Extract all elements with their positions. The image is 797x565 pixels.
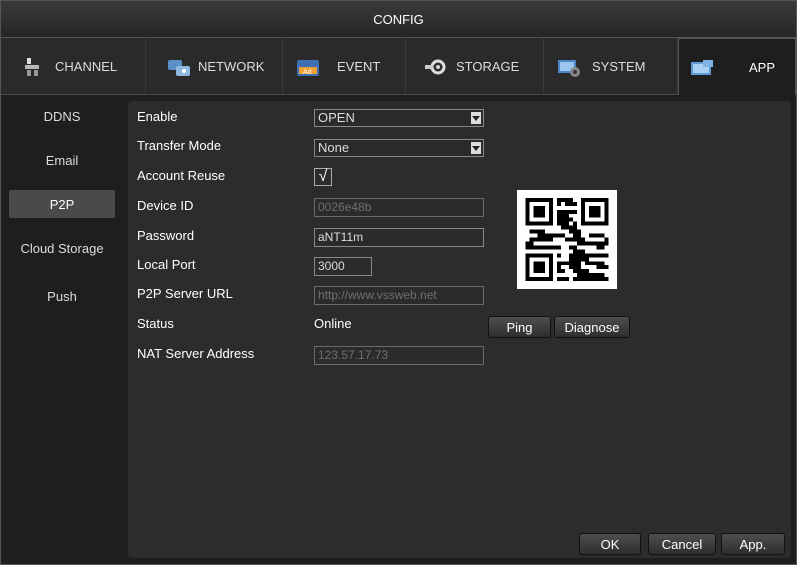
status-label: Status	[137, 316, 174, 331]
sidebar-item-p2p[interactable]: P2P	[9, 190, 115, 218]
svg-text:Ad: Ad	[303, 69, 312, 76]
diagnose-button[interactable]: Diagnose	[554, 316, 630, 338]
account-reuse-label: Account Reuse	[137, 168, 226, 183]
local-port-field[interactable]: 3000	[314, 257, 372, 276]
account-reuse-checkbox[interactable]: √	[314, 168, 332, 186]
device-id-field: 0026e48b	[314, 198, 484, 217]
window-title: CONFIG	[373, 11, 424, 27]
tab-app[interactable]: APP	[678, 38, 796, 95]
password-field[interactable]: aNT11m	[314, 228, 484, 247]
channel-icon	[23, 56, 47, 76]
qr-code-image	[517, 190, 617, 289]
cancel-button[interactable]: Cancel	[648, 533, 716, 555]
enable-select[interactable]: OPEN	[314, 109, 484, 127]
chevron-down-icon	[471, 112, 481, 124]
sidebar-item-email[interactable]: Email	[9, 146, 115, 174]
tab-app-label: APP	[749, 59, 776, 75]
event-icon: Ad	[295, 56, 319, 76]
password-label: Password	[137, 228, 195, 243]
local-port-label: Local Port	[137, 257, 196, 272]
device-id-label: Device ID	[137, 198, 194, 213]
enable-label: Enable	[137, 109, 178, 124]
system-icon	[556, 56, 580, 77]
p2p-server-url-label: P2P Server URL	[137, 286, 233, 301]
app-icon	[689, 57, 713, 77]
tab-storage-label: STORAGE	[456, 58, 520, 74]
storage-icon	[424, 56, 448, 76]
transfer-mode-value: None	[318, 140, 350, 155]
tab-channel-label: CHANNEL	[55, 58, 118, 74]
sidebar: DDNS Email P2P Cloud Storage Push	[1, 95, 121, 565]
status-value: Online	[314, 316, 352, 331]
config-window: CONFIG CHANNEL NETWORK Ad EVENT STORAGE	[0, 0, 797, 565]
network-icon	[166, 56, 190, 76]
tab-network[interactable]: NETWORK	[146, 38, 283, 94]
sidebar-item-cloud-storage[interactable]: Cloud Storage	[9, 234, 115, 262]
ok-button[interactable]: OK	[579, 533, 641, 555]
transfer-mode-select[interactable]: None	[314, 139, 484, 157]
tab-storage[interactable]: STORAGE	[406, 38, 544, 94]
enable-value: OPEN	[318, 110, 355, 125]
sidebar-item-push[interactable]: Push	[9, 282, 115, 310]
ping-button[interactable]: Ping	[488, 316, 551, 338]
window-title-bar: CONFIG	[1, 1, 796, 38]
tab-system[interactable]: SYSTEM	[544, 38, 678, 94]
p2p-settings-panel	[128, 101, 791, 558]
tab-bar: CHANNEL NETWORK Ad EVENT STORAGE SYSTEM	[1, 38, 796, 95]
apply-button[interactable]: App.	[721, 533, 785, 555]
tab-network-label: NETWORK	[198, 58, 265, 74]
chevron-down-icon	[471, 142, 481, 154]
nat-server-address-field: 123.57.17.73	[314, 346, 484, 365]
nat-server-address-label: NAT Server Address	[137, 346, 255, 361]
tab-event[interactable]: Ad EVENT	[283, 38, 406, 94]
tab-channel[interactable]: CHANNEL	[1, 38, 146, 94]
tab-event-label: EVENT	[337, 58, 381, 74]
p2p-server-url-field: http://www.vssweb.net	[314, 286, 484, 305]
sidebar-item-ddns[interactable]: DDNS	[9, 102, 115, 130]
transfer-mode-label: Transfer Mode	[137, 138, 222, 153]
tab-system-label: SYSTEM	[592, 58, 646, 74]
